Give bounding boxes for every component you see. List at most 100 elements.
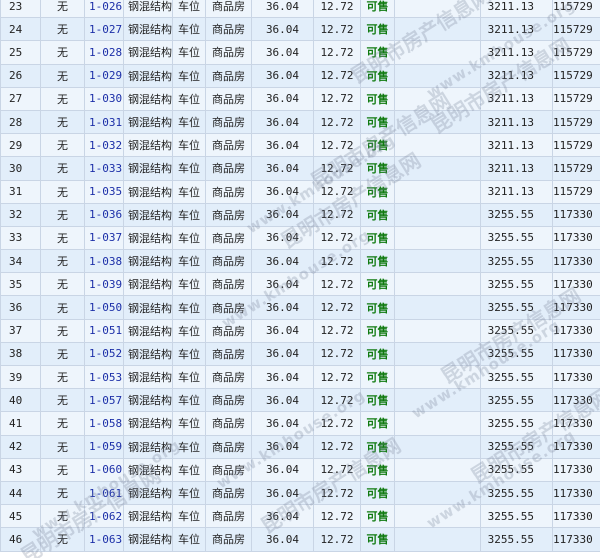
row-unit-number[interactable]: 1-062 xyxy=(84,504,124,529)
row-building-area: 36.04 xyxy=(251,480,314,506)
row-unit-number[interactable]: 1-051 xyxy=(84,318,124,343)
row-sale-status: 可售 xyxy=(360,457,395,482)
row-option: 无 xyxy=(40,133,85,158)
row-sale-status: 可售 xyxy=(360,63,395,88)
row-structure: 钢混结构 xyxy=(123,179,173,204)
row-unit-number[interactable]: 1-057 xyxy=(84,388,124,413)
row-unit-number[interactable]: 1-026 xyxy=(84,0,124,19)
row-house-type: 商品房 xyxy=(205,0,252,19)
row-unit-number[interactable]: 1-060 xyxy=(84,457,124,482)
row-unit-price: 3211.13 xyxy=(480,63,553,88)
row-building-area: 36.04 xyxy=(251,504,314,529)
row-option: 无 xyxy=(40,0,85,19)
row-unit-number[interactable]: 1-035 xyxy=(84,179,124,204)
row-house-type: 商品房 xyxy=(205,109,252,135)
row-unit-price: 3255.55 xyxy=(480,225,553,251)
row-building-area: 36.04 xyxy=(251,341,314,367)
row-number: 28 xyxy=(0,109,41,135)
row-unit-number[interactable]: 1-037 xyxy=(84,225,124,251)
row-blank-cell xyxy=(394,40,481,65)
row-blank-cell xyxy=(394,63,481,88)
table-row: 34 无 1-038 钢混结构 车位 商品房 36.04 12.72 可售 3255.55 1173… xyxy=(0,249,600,274)
row-building-area: 36.04 xyxy=(251,318,314,343)
row-unit-number[interactable]: 1-030 xyxy=(84,86,124,111)
row-option: 无 xyxy=(40,411,85,436)
row-unit-price: 3211.13 xyxy=(480,0,553,19)
row-unit-number[interactable]: 1-058 xyxy=(84,411,124,436)
row-building-area: 36.04 xyxy=(251,86,314,111)
row-usage: 车位 xyxy=(172,411,206,436)
row-sale-status: 可售 xyxy=(360,156,395,181)
row-building-area: 36.04 xyxy=(251,179,314,204)
row-number: 45 xyxy=(0,504,41,529)
row-unit-number[interactable]: 1-028 xyxy=(84,40,124,65)
unit-listing-table: 23 无 1-026 钢混结构 车位 商品房 36.04 12.72 可售 3211.13 1157… xyxy=(0,0,600,552)
row-option: 无 xyxy=(40,341,85,367)
row-unit-price: 3255.55 xyxy=(480,202,553,227)
row-unit-number[interactable]: 1-061 xyxy=(84,480,124,506)
row-option: 无 xyxy=(40,225,85,251)
row-total-price: 115729 xyxy=(552,40,600,65)
row-unit-number[interactable]: 1-063 xyxy=(84,527,124,552)
row-building-area: 36.04 xyxy=(251,434,314,459)
row-unit-number[interactable]: 1-050 xyxy=(84,295,124,320)
row-building-area: 36.04 xyxy=(251,272,314,297)
row-unit-price: 3255.55 xyxy=(480,434,553,459)
row-number: 36 xyxy=(0,295,41,320)
row-unit-price: 3255.55 xyxy=(480,249,553,274)
table-row: 29 无 1-032 钢混结构 车位 商品房 36.04 12.72 可售 3211.13 1157… xyxy=(0,133,600,158)
row-option: 无 xyxy=(40,318,85,343)
table-row: 43 无 1-060 钢混结构 车位 商品房 36.04 12.72 可售 3255.55 1173… xyxy=(0,457,600,482)
row-house-type: 商品房 xyxy=(205,249,252,274)
row-unit-price: 3255.55 xyxy=(480,341,553,367)
row-sale-status: 可售 xyxy=(360,0,395,19)
row-unit-number[interactable]: 1-031 xyxy=(84,109,124,135)
row-house-type: 商品房 xyxy=(205,17,252,42)
row-share-area: 12.72 xyxy=(313,225,361,251)
row-total-price: 117330 xyxy=(552,295,600,320)
row-structure: 钢混结构 xyxy=(123,225,173,251)
row-share-area: 12.72 xyxy=(313,63,361,88)
row-total-price: 117330 xyxy=(552,434,600,459)
row-structure: 钢混结构 xyxy=(123,63,173,88)
row-unit-number[interactable]: 1-032 xyxy=(84,133,124,158)
row-sale-status: 可售 xyxy=(360,434,395,459)
row-unit-number[interactable]: 1-052 xyxy=(84,341,124,367)
row-usage: 车位 xyxy=(172,63,206,88)
row-number: 41 xyxy=(0,411,41,436)
row-building-area: 36.04 xyxy=(251,0,314,19)
row-share-area: 12.72 xyxy=(313,109,361,135)
row-unit-number[interactable]: 1-033 xyxy=(84,156,124,181)
row-unit-price: 3211.13 xyxy=(480,133,553,158)
row-building-area: 36.04 xyxy=(251,388,314,413)
table-row: 35 无 1-039 钢混结构 车位 商品房 36.04 12.72 可售 3255.55 1173… xyxy=(0,272,600,297)
row-total-price: 117330 xyxy=(552,202,600,227)
row-sale-status: 可售 xyxy=(360,527,395,552)
row-blank-cell xyxy=(394,504,481,529)
row-blank-cell xyxy=(394,388,481,413)
row-blank-cell xyxy=(394,527,481,552)
row-unit-number[interactable]: 1-036 xyxy=(84,202,124,227)
row-usage: 车位 xyxy=(172,388,206,413)
row-number: 29 xyxy=(0,133,41,158)
row-share-area: 12.72 xyxy=(313,434,361,459)
row-structure: 钢混结构 xyxy=(123,40,173,65)
row-unit-number[interactable]: 1-038 xyxy=(84,249,124,274)
row-option: 无 xyxy=(40,457,85,482)
row-unit-price: 3255.55 xyxy=(480,480,553,506)
row-blank-cell xyxy=(394,364,481,390)
row-number: 35 xyxy=(0,272,41,297)
row-number: 38 xyxy=(0,341,41,367)
row-number: 31 xyxy=(0,179,41,204)
row-house-type: 商品房 xyxy=(205,457,252,482)
row-structure: 钢混结构 xyxy=(123,249,173,274)
row-share-area: 12.72 xyxy=(313,272,361,297)
row-unit-number[interactable]: 1-053 xyxy=(84,364,124,390)
row-usage: 车位 xyxy=(172,109,206,135)
row-unit-number[interactable]: 1-029 xyxy=(84,63,124,88)
row-share-area: 12.72 xyxy=(313,480,361,506)
row-unit-number[interactable]: 1-039 xyxy=(84,272,124,297)
row-unit-number[interactable]: 1-059 xyxy=(84,434,124,459)
row-total-price: 117330 xyxy=(552,225,600,251)
row-unit-number[interactable]: 1-027 xyxy=(84,17,124,42)
